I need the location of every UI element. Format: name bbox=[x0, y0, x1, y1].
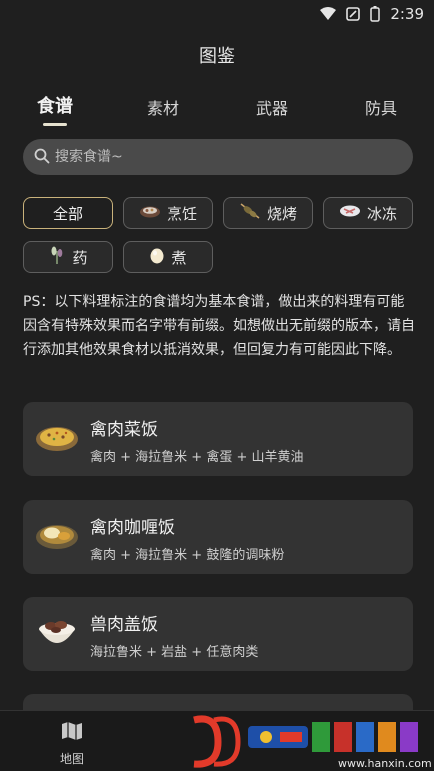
nav-label: 地图 bbox=[59, 752, 85, 766]
filter-label: 全部 bbox=[52, 204, 83, 223]
signal-icon bbox=[346, 7, 361, 21]
search-bar bbox=[23, 139, 413, 175]
herb-icon bbox=[48, 245, 66, 269]
status-bar: 2:39 bbox=[0, 0, 434, 30]
recipe-card-meat-rice-bowl[interactable]: 兽肉盖饭 海拉鲁米 + 岩盐 + 任意肉类 bbox=[23, 597, 413, 671]
active-tab-indicator bbox=[43, 123, 67, 126]
search-icon bbox=[34, 148, 50, 168]
recipe-name: 禽肉咖喱饭 bbox=[90, 518, 175, 538]
battery-icon bbox=[370, 6, 381, 22]
meat-bowl-dish-icon bbox=[35, 613, 79, 657]
map-icon bbox=[60, 719, 84, 746]
tab-weapons[interactable]: 武器 bbox=[256, 95, 288, 119]
fried-rice-dish-icon bbox=[35, 418, 79, 458]
status-icons: 2:39 bbox=[320, 5, 424, 23]
curry-rice-dish-icon bbox=[35, 516, 79, 556]
recipe-name: 禽肉菜饭 bbox=[90, 420, 158, 440]
search-input[interactable] bbox=[55, 139, 395, 175]
recipe-name: 兽肉盖饭 bbox=[90, 615, 158, 635]
filter-cooking[interactable]: 烹饪 bbox=[123, 197, 213, 229]
wifi-icon bbox=[320, 7, 337, 21]
filter-label: 煮 bbox=[171, 248, 187, 267]
category-tabs: 食谱 素材 武器 防具 bbox=[0, 92, 434, 128]
filter-label: 冰冻 bbox=[366, 204, 397, 223]
page-title: 图鉴 bbox=[199, 46, 235, 67]
tab-materials[interactable]: 素材 bbox=[147, 95, 179, 119]
filter-frozen[interactable]: 冰冻 bbox=[323, 197, 413, 229]
filter-medicine[interactable]: 药 bbox=[23, 241, 113, 273]
nav-map[interactable]: 地图 bbox=[60, 719, 84, 767]
filter-label: 烧烤 bbox=[266, 204, 297, 223]
filter-all[interactable]: 全部 bbox=[23, 197, 113, 229]
site-watermark: www.hanxin.com bbox=[188, 712, 434, 771]
filter-roasting[interactable]: 烧烤 bbox=[223, 197, 313, 229]
boiled-egg-icon bbox=[149, 246, 165, 268]
frozen-fish-icon bbox=[339, 204, 361, 222]
cooking-pot-icon bbox=[139, 204, 161, 222]
recipe-ingredients: 禽肉 + 海拉鲁米 + 鼓隆的调味粉 bbox=[90, 548, 285, 563]
recipe-card-poultry-pilaf[interactable]: 禽肉菜饭 禽肉 + 海拉鲁米 + 禽蛋 + 山羊黄油 bbox=[23, 402, 413, 476]
filter-boiled[interactable]: 煮 bbox=[123, 241, 213, 273]
watermark-url: www.hanxin.com bbox=[338, 757, 432, 770]
app-screen: 2:39 图鉴 食谱 素材 武器 防具 全部 烹饪 烧烤 冰冻 bbox=[0, 0, 434, 771]
tab-armor[interactable]: 防具 bbox=[365, 95, 397, 119]
filter-label: 药 bbox=[72, 248, 88, 267]
filter-label: 烹饪 bbox=[166, 204, 197, 223]
tab-recipes[interactable]: 食谱 bbox=[37, 92, 73, 118]
recipe-card-poultry-curry[interactable]: 禽肉咖喱饭 禽肉 + 海拉鲁米 + 鼓隆的调味粉 bbox=[23, 500, 413, 574]
status-time: 2:39 bbox=[390, 5, 424, 23]
skewer-icon bbox=[239, 202, 261, 224]
recipe-note: PS：以下料理标注的食谱均为基本食谱，做出来的料理有可能因含有特殊效果而名字带有… bbox=[23, 294, 415, 358]
recipe-ingredients: 海拉鲁米 + 岩盐 + 任意肉类 bbox=[90, 645, 259, 660]
recipe-ingredients: 禽肉 + 海拉鲁米 + 禽蛋 + 山羊黄油 bbox=[90, 450, 304, 465]
